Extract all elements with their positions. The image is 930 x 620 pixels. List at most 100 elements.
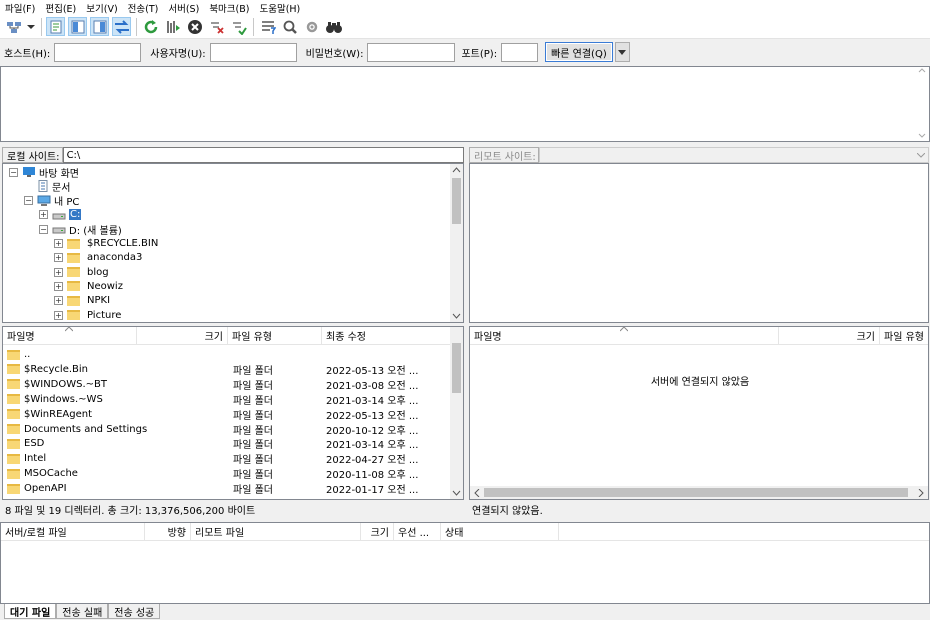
column-filename[interactable]: 파일명 [3, 327, 137, 345]
local-file-list[interactable]: 파일명 크기 파일 유형 최종 수정 .. $Recycle.Bin 파일 폴더 20… [2, 326, 464, 500]
host-input[interactable] [54, 42, 142, 62]
transfer-queue[interactable]: 서버/로컬 파일 방향 리모트 파일 크기 우선 ... 상태 [0, 522, 930, 604]
column-filename[interactable]: 파일명 [470, 327, 779, 345]
toggle-log-icon[interactable] [46, 17, 65, 36]
scroll-down-icon[interactable] [452, 313, 461, 319]
table-row[interactable]: $WinREAgent 파일 폴더 2022-05-13 오전 ... [3, 407, 451, 422]
dir-compare-icon[interactable] [280, 17, 299, 36]
directory-filter-icon[interactable] [258, 17, 277, 36]
cancel-icon[interactable] [185, 17, 204, 36]
file-modified: 2020-11-08 오후 ... [326, 470, 419, 482]
table-row[interactable]: OpenAPI 파일 폴더 2022-01-17 오전 ... [3, 481, 451, 496]
tree-item[interactable]: + C: [39, 208, 82, 222]
scroll-thumb[interactable] [452, 343, 461, 393]
toggle-queue-icon[interactable] [112, 17, 131, 36]
table-row[interactable]: Documents and Settings 파일 폴더 2020-10-12 오후… [3, 422, 451, 437]
password-input[interactable] [367, 42, 456, 62]
process-queue-icon[interactable] [163, 17, 182, 36]
toggle-remote-tree-icon[interactable] [90, 17, 109, 36]
menu-help[interactable]: 도움말(H) [259, 1, 300, 15]
expand-icon[interactable]: + [54, 267, 63, 277]
table-row[interactable]: Intel 파일 폴더 2022-04-27 오전 ... [3, 451, 451, 466]
tree-item[interactable]: − 바탕 화면 [9, 165, 79, 180]
tree-item[interactable]: + Neowiz [54, 279, 123, 293]
tab-failed-transfers[interactable]: 전송 실패 [56, 604, 109, 619]
username-input[interactable] [209, 42, 297, 62]
local-list-scrollbar[interactable] [450, 327, 463, 499]
column-remote-file[interactable]: 리모트 파일 [191, 522, 361, 541]
collapse-icon[interactable]: − [39, 224, 48, 234]
expand-icon[interactable]: + [54, 296, 63, 306]
scroll-thumb[interactable] [484, 488, 908, 497]
search-remote-icon[interactable] [324, 17, 343, 36]
scroll-down-icon[interactable] [452, 490, 461, 496]
menu-view[interactable]: 보기(V) [86, 1, 117, 15]
scroll-right-icon[interactable] [918, 489, 924, 497]
column-size[interactable]: 크기 [361, 522, 394, 541]
remote-site-bar: 리모트 사이트: [469, 146, 929, 164]
column-server-file[interactable]: 서버/로컬 파일 [1, 522, 145, 541]
tree-item[interactable]: + Picture [54, 308, 121, 322]
port-input[interactable] [501, 42, 539, 62]
table-row[interactable]: $Recycle.Bin 파일 폴더 2022-05-13 오전 ... [3, 362, 451, 377]
toggle-local-tree-icon[interactable] [68, 17, 87, 36]
menu-transfer[interactable]: 전송(T) [128, 1, 159, 15]
expand-icon[interactable]: + [54, 310, 63, 320]
quickconnect-button[interactable]: 빠른 연결(Q) [545, 42, 613, 62]
file-modified: 2020-10-12 오후 ... [326, 425, 419, 437]
tab-queued-files[interactable]: 대기 파일 [4, 604, 57, 619]
tree-item[interactable]: + NPKI [54, 294, 110, 308]
scroll-thumb[interactable] [452, 178, 461, 224]
menu-server[interactable]: 서버(S) [168, 1, 199, 15]
reconnect-icon[interactable] [229, 17, 248, 36]
column-type[interactable]: 파일 유형 [880, 327, 928, 345]
tab-successful-transfers[interactable]: 전송 성공 [108, 604, 161, 619]
collapse-icon[interactable]: − [9, 167, 18, 177]
table-row[interactable]: $WINDOWS.~BT 파일 폴더 2021-03-08 오전 ... [3, 377, 451, 392]
local-tree-scrollbar[interactable] [450, 164, 463, 322]
menu-file[interactable]: 파일(F) [5, 1, 35, 15]
table-row[interactable]: .. [3, 347, 451, 362]
column-status[interactable]: 상태 [441, 522, 559, 541]
table-row[interactable]: MSOCache 파일 폴더 2020-11-08 오후 ... [3, 466, 451, 481]
table-row[interactable]: $Windows.~WS 파일 폴더 2021-03-14 오후 ... [3, 392, 451, 407]
column-modified[interactable]: 최종 수정 [322, 327, 451, 345]
remote-status: 연결되지 않았음. [469, 500, 929, 518]
remote-file-list[interactable]: 파일명 크기 파일 유형 서버에 연결되지 않았음 [469, 326, 929, 500]
tree-item[interactable]: + blog [54, 265, 109, 279]
expand-icon[interactable]: + [54, 239, 63, 248]
log-scrollbar[interactable] [917, 68, 927, 140]
tree-item[interactable]: + $RECYCLE.BIN [54, 237, 158, 251]
menu-edit[interactable]: 편집(E) [45, 1, 76, 15]
tree-item[interactable]: + anaconda3 [54, 251, 142, 265]
scroll-left-icon[interactable] [474, 489, 480, 497]
sync-browse-icon[interactable] [302, 17, 321, 36]
tree-item[interactable]: − D: (새 볼륨) [39, 222, 122, 237]
menu-bookmarks[interactable]: 북마크(B) [209, 1, 249, 15]
expand-icon[interactable]: + [39, 210, 48, 220]
table-row[interactable]: ESD 파일 폴더 2021-03-14 오후 ... [3, 436, 451, 451]
remote-tree[interactable] [469, 163, 929, 323]
column-size[interactable]: 크기 [779, 327, 880, 345]
site-manager-icon[interactable] [4, 17, 23, 36]
column-direction[interactable]: 방향 [145, 522, 191, 541]
scroll-up-icon[interactable] [452, 167, 461, 173]
tree-item[interactable]: − 내 PC [24, 194, 79, 208]
dropdown-arrow-icon[interactable] [26, 17, 36, 36]
disconnect-icon[interactable] [207, 17, 226, 36]
column-priority[interactable]: 우선 ... [394, 522, 441, 541]
remote-h-scrollbar[interactable] [470, 486, 928, 499]
column-type[interactable]: 파일 유형 [228, 327, 322, 345]
column-size[interactable]: 크기 [137, 327, 228, 345]
expand-icon[interactable]: + [54, 253, 63, 263]
tree-item[interactable]: 문서 [24, 179, 70, 194]
collapse-icon[interactable]: − [24, 196, 33, 206]
quickconnect-history-dropdown[interactable] [614, 42, 630, 62]
local-tree[interactable]: − 바탕 화면 문서 − 내 PC + C: − D: (새 볼륨) + $RECYCLE.BIN +… [2, 163, 464, 323]
file-type: 파일 폴더 [233, 380, 273, 392]
remote-path-input[interactable] [538, 147, 929, 163]
message-log[interactable] [0, 66, 930, 142]
refresh-icon[interactable] [141, 17, 160, 36]
expand-icon[interactable]: + [54, 281, 63, 291]
local-path-input[interactable]: C:\ [62, 147, 464, 163]
